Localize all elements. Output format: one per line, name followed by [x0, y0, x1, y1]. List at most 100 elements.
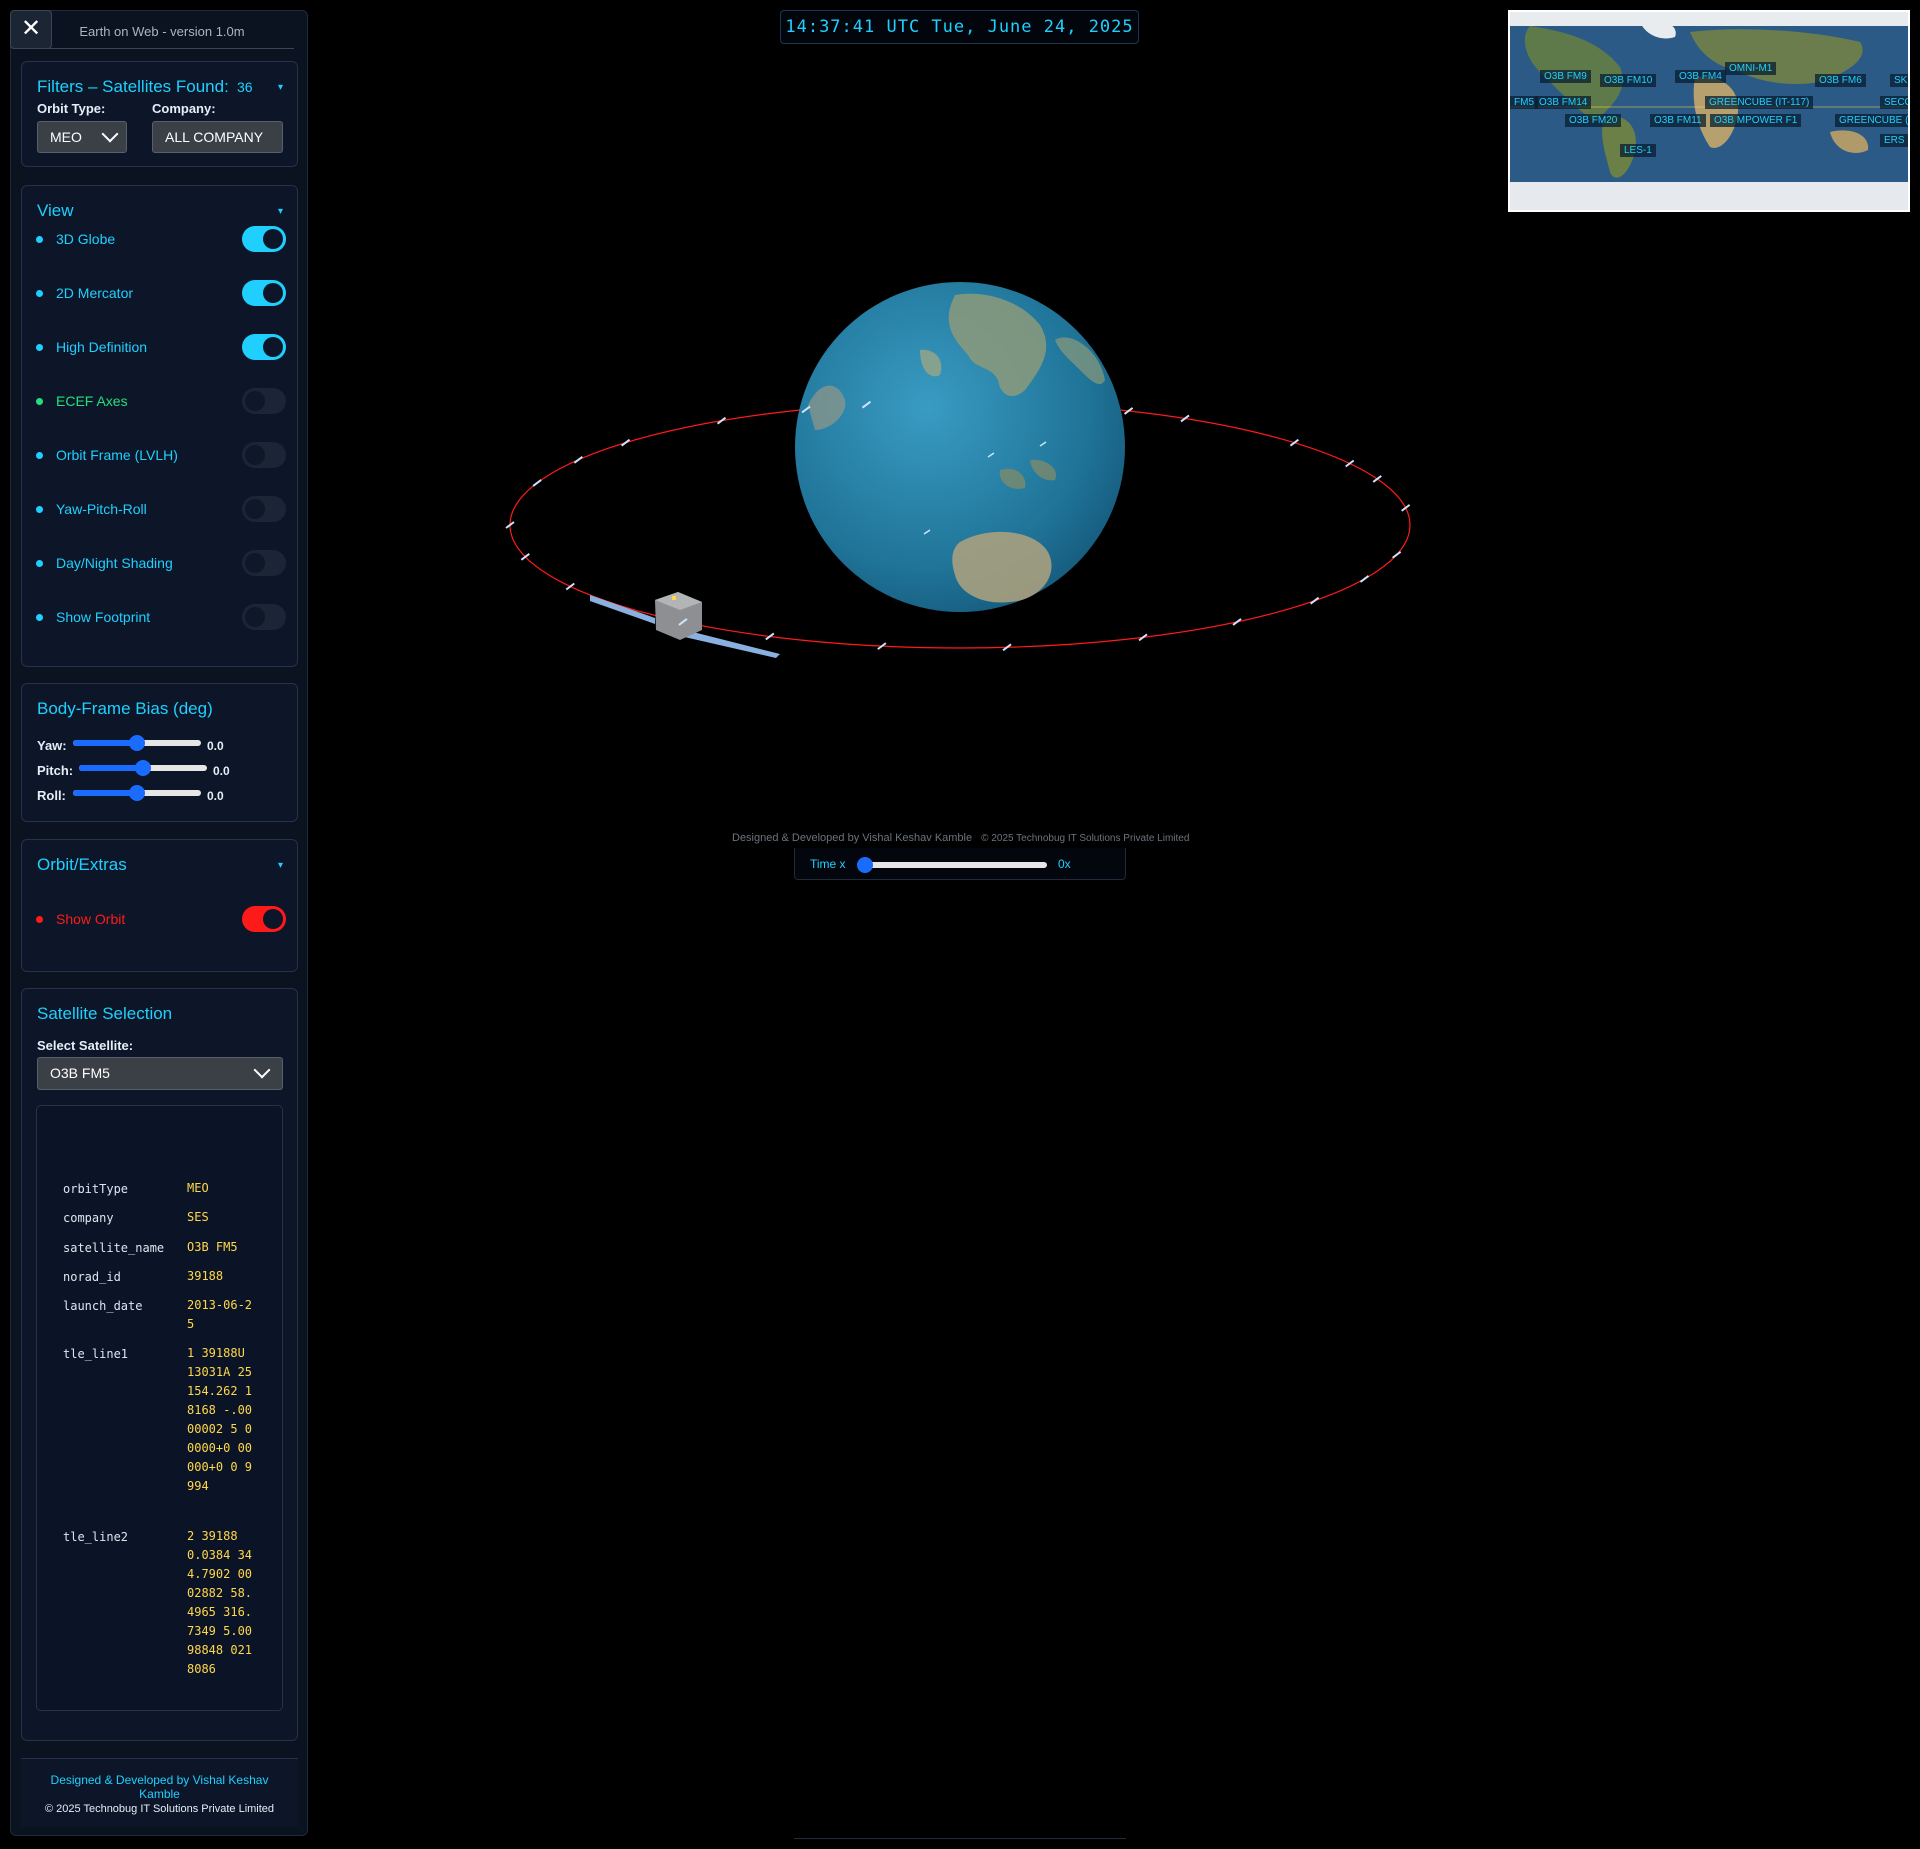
view-option-toggle[interactable]: [242, 280, 286, 306]
map-satellite-label[interactable]: GREENCUBE (IT-117): [1705, 96, 1814, 109]
globe-3d-view[interactable]: [400, 230, 1440, 690]
roll-slider[interactable]: [73, 785, 201, 801]
detail-key: tle_line2: [63, 1530, 129, 1544]
detail-value: 39188: [187, 1269, 224, 1283]
close-panel-button[interactable]: ✕: [10, 10, 52, 49]
view-option-label: High Definition: [56, 339, 148, 355]
view-option-row[interactable]: High Definition: [36, 334, 286, 362]
view-option-row[interactable]: Yaw-Pitch-Roll: [36, 496, 286, 524]
selected-satellite-model[interactable]: [590, 592, 780, 658]
status-dot: [36, 236, 43, 243]
view-option-label: Show Footprint: [56, 609, 151, 625]
detail-key: tle_line1: [63, 1347, 129, 1361]
map-satellite-label[interactable]: O3B FM10: [1600, 74, 1657, 87]
bias-title: Body-Frame Bias (deg): [37, 699, 213, 718]
satellite-marker[interactable]: [573, 456, 583, 464]
view-option-row[interactable]: Show Footprint: [36, 604, 286, 632]
app-title: Earth on Web - version 1.0m: [79, 24, 245, 39]
credit-line: Designed & Developed by Vishal Keshav Ka…: [732, 832, 1189, 844]
view-option-label: Day/Night Shading: [56, 555, 173, 571]
collapse-caret-icon[interactable]: ▾: [278, 206, 283, 217]
map-satellite-label[interactable]: O3B MPOWER F1: [1710, 114, 1802, 127]
map-satellite-label[interactable]: FM5: [1510, 96, 1538, 109]
view-option-toggle[interactable]: [242, 496, 286, 522]
orbit-extras-card: Orbit/Extras ▾ Show Orbit: [21, 839, 298, 972]
collapse-caret-icon[interactable]: ▾: [278, 860, 283, 871]
view-option-row[interactable]: 3D Globe: [36, 226, 286, 254]
show-orbit-row[interactable]: Show Orbit: [36, 906, 286, 934]
detail-value: 2013-06-25: [187, 1298, 253, 1331]
roll-value: 0.0: [207, 789, 224, 803]
detail-value: O3B FM5: [187, 1240, 238, 1254]
map-satellite-label[interactable]: OMNI-M1: [1725, 62, 1777, 75]
view-option-toggle[interactable]: [242, 604, 286, 630]
mercator-minimap[interactable]: O3B FM9 O3B FM10 O3B FM4OMNI-M1 O3B FM6 SKY F…: [1508, 10, 1910, 212]
view-option-label: 2D Mercator: [56, 285, 134, 301]
map-satellite-label[interactable]: SECO: [1880, 96, 1908, 109]
time-label: Time x: [810, 857, 846, 871]
satellite-marker[interactable]: [565, 582, 575, 591]
footer-designed: Designed & Developed by Vishal Keshav Ka…: [50, 1773, 269, 1801]
view-option-row[interactable]: 2D Mercator: [36, 280, 286, 308]
satellite-marker[interactable]: [620, 438, 631, 447]
time-control: Time x 0x: [794, 848, 1126, 880]
satellite-marker[interactable]: [1289, 438, 1300, 447]
yaw-slider[interactable]: [73, 735, 201, 751]
detail-key: orbitType: [63, 1182, 129, 1196]
show-orbit-toggle[interactable]: [242, 906, 286, 932]
yaw-value: 0.0: [207, 739, 224, 753]
footer-copyright: © 2025 Technobug IT Solutions Private Li…: [44, 1803, 275, 1815]
map-satellite-label[interactable]: O3B FM14: [1535, 96, 1592, 109]
time-multiplier-slider[interactable]: [857, 857, 1047, 873]
pitch-label: Pitch:: [37, 763, 74, 778]
map-satellite-label[interactable]: O3B FM4: [1675, 70, 1726, 83]
status-dot: [36, 614, 43, 621]
view-option-row[interactable]: Orbit Frame (LVLH): [36, 442, 286, 470]
orbit-type-select[interactable]: MEO: [37, 121, 127, 153]
filters-title: Filters – Satellites Found:: [37, 77, 229, 96]
view-option-row[interactable]: Day/Night Shading: [36, 550, 286, 578]
view-card: View ▾ 3D Globe 2D Mercator High Definitio…: [21, 185, 298, 667]
pitch-slider[interactable]: [79, 760, 207, 776]
map-satellite-label[interactable]: GREENCUBE (I: [1835, 114, 1908, 127]
map-satellite-label[interactable]: SKY: [1890, 74, 1908, 87]
divider: [44, 48, 294, 49]
satellite-details-panel: orbitType MEO company SES satellite_name O3B …: [36, 1105, 283, 1711]
company-select[interactable]: ALL COMPANY: [152, 121, 283, 153]
show-orbit-label: Show Orbit: [56, 911, 126, 927]
satellite-select[interactable]: O3B FM5: [37, 1057, 283, 1090]
detail-value: 2 39188 0.0384 344.7902 0002882 58.4965 …: [187, 1529, 253, 1676]
view-option-row[interactable]: ECEF Axes: [36, 388, 286, 416]
satellite-marker[interactable]: [1401, 504, 1411, 512]
satellite-marker[interactable]: [532, 479, 542, 487]
status-dot: [36, 916, 43, 923]
view-option-toggle[interactable]: [242, 226, 286, 252]
view-option-label: Yaw-Pitch-Roll: [56, 501, 147, 517]
view-option-toggle[interactable]: [242, 550, 286, 576]
satellite-marker[interactable]: [1345, 459, 1355, 468]
earth-globe[interactable]: [795, 282, 1125, 612]
satellite-marker[interactable]: [1310, 596, 1320, 605]
world-map: [1510, 12, 1908, 210]
satellite-marker[interactable]: [1359, 575, 1370, 583]
filters-card: Filters – Satellites Found: 36 ▾ Orbit T…: [21, 61, 298, 167]
pitch-value: 0.0: [213, 764, 230, 778]
satellite-marker[interactable]: [1392, 550, 1402, 559]
view-option-toggle[interactable]: [242, 334, 286, 360]
map-satellite-label[interactable]: ERS: [1880, 134, 1908, 147]
chevron-down-icon: [253, 1061, 271, 1079]
detail-key: norad_id: [63, 1270, 121, 1284]
satellite-count: 36: [237, 79, 253, 95]
detail-key: satellite_name: [63, 1241, 165, 1255]
map-satellite-label[interactable]: LES-1: [1620, 144, 1656, 157]
detail-value: MEO: [187, 1181, 209, 1195]
detail-value: SES: [187, 1210, 209, 1224]
map-satellite-label[interactable]: O3B FM9: [1540, 70, 1591, 83]
map-satellite-label[interactable]: O3B FM6: [1815, 74, 1866, 87]
map-satellite-label[interactable]: O3B FM11: [1650, 114, 1706, 127]
status-dot: [36, 398, 43, 405]
view-option-toggle[interactable]: [242, 388, 286, 414]
map-satellite-label[interactable]: O3B FM20: [1565, 114, 1622, 127]
view-option-toggle[interactable]: [242, 442, 286, 468]
collapse-caret-icon[interactable]: ▾: [278, 82, 283, 93]
